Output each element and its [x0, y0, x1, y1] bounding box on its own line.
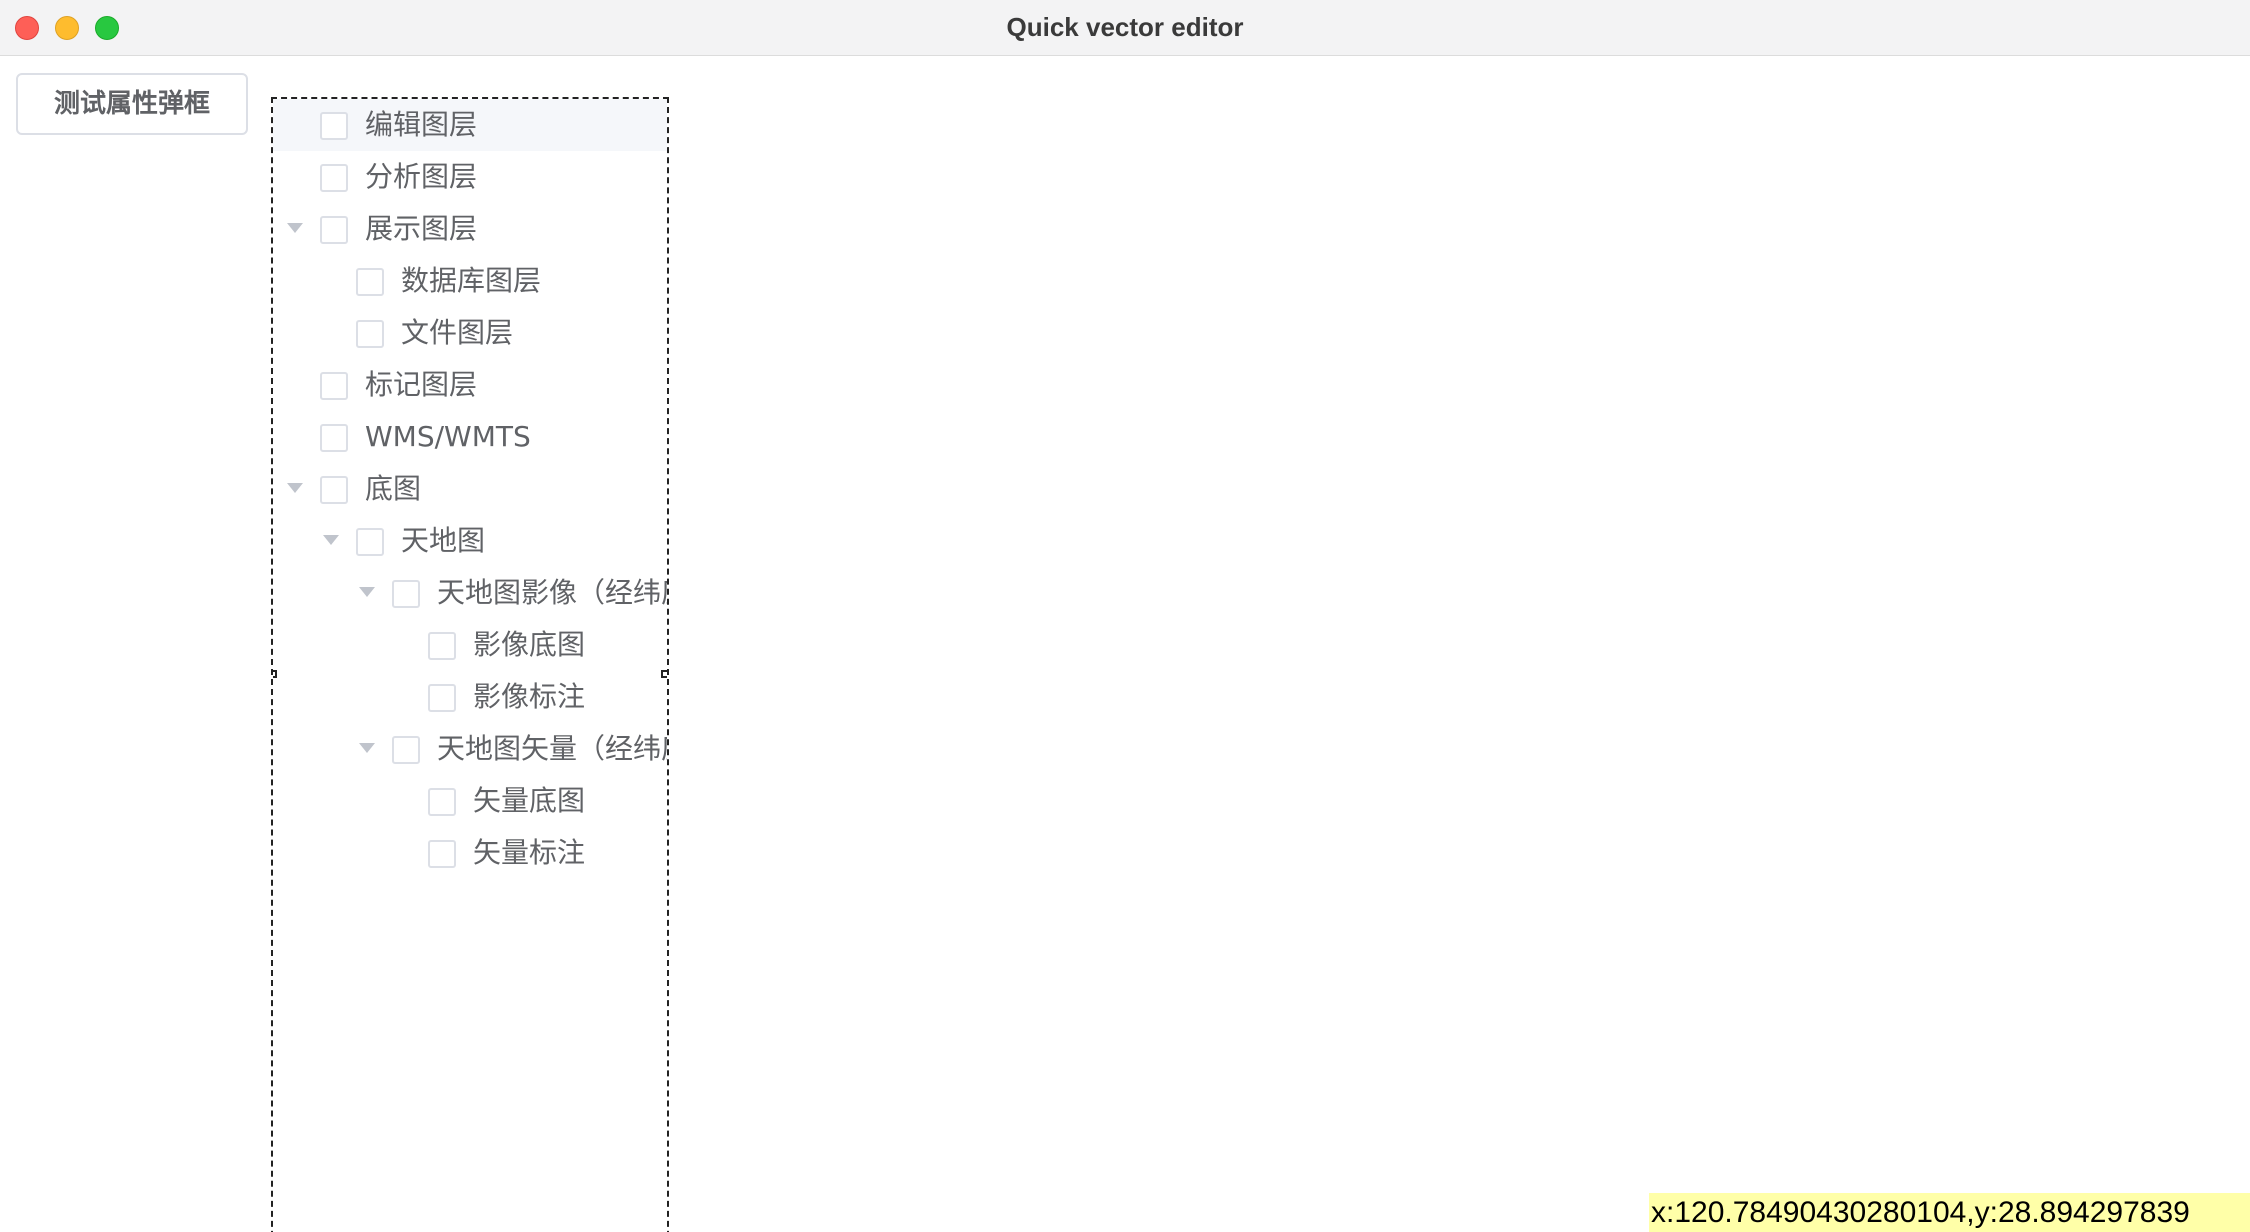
expand-caret-icon[interactable]: [359, 743, 375, 753]
tree-node-label: 分析图层: [365, 160, 478, 193]
tree-node-label: 矢量底图: [473, 784, 586, 817]
test-attribute-dialog-button[interactable]: 测试属性弹框: [16, 73, 248, 135]
expand-caret-icon[interactable]: [359, 587, 375, 597]
tree-node-label: 展示图层: [365, 212, 478, 245]
tree-node[interactable]: 编辑图层: [273, 99, 667, 151]
tree-node[interactable]: WMS/WMTS: [273, 411, 667, 463]
tree-node-label: 标记图层: [365, 368, 478, 401]
tree-node-label: 数据库图层: [401, 264, 542, 297]
tree-node[interactable]: 矢量标注: [273, 827, 667, 879]
tree-node-label: 影像底图: [473, 628, 586, 661]
tree-node-label: 天地图影像（经纬度: [437, 576, 669, 609]
tree-node-label: 文件图层: [401, 316, 514, 349]
layer-checkbox[interactable]: [320, 216, 348, 244]
layer-checkbox[interactable]: [428, 788, 456, 816]
app-window: Quick vector editor 测试属性弹框 编辑图层 分析图层 展示图…: [0, 0, 2250, 1232]
layer-tree-panel: 编辑图层 分析图层 展示图层 数据库图层 文件图层 标记图层 WMS/WMTS …: [271, 97, 669, 1232]
tree-node-label: 矢量标注: [473, 836, 586, 869]
layer-checkbox[interactable]: [392, 580, 420, 608]
tree-node-label: 天地图: [401, 524, 486, 557]
tree-node[interactable]: 天地图影像（经纬度: [273, 567, 667, 619]
window-title: Quick vector editor: [1006, 12, 1244, 42]
tree-node-label: 底图: [365, 472, 422, 505]
tree-node[interactable]: 天地图: [273, 515, 667, 567]
tree-node[interactable]: 天地图矢量（经纬度: [273, 723, 667, 775]
tree-node[interactable]: 分析图层: [273, 151, 667, 203]
tree-node[interactable]: 展示图层: [273, 203, 667, 255]
tree-node[interactable]: 底图: [273, 463, 667, 515]
layer-checkbox[interactable]: [428, 840, 456, 868]
layer-checkbox[interactable]: [392, 736, 420, 764]
layer-checkbox[interactable]: [320, 112, 348, 140]
title-bar[interactable]: Quick vector editor: [0, 0, 2250, 56]
expand-caret-icon[interactable]: [287, 483, 303, 493]
tree-node[interactable]: 影像标注: [273, 671, 667, 723]
tree-node[interactable]: 标记图层: [273, 359, 667, 411]
tree-node[interactable]: 数据库图层: [273, 255, 667, 307]
layer-checkbox[interactable]: [320, 372, 348, 400]
tree-node[interactable]: 文件图层: [273, 307, 667, 359]
tree-node-label: 天地图矢量（经纬度: [437, 732, 669, 765]
layer-checkbox[interactable]: [320, 424, 348, 452]
tree-node[interactable]: 影像底图: [273, 619, 667, 671]
expand-caret-icon[interactable]: [323, 535, 339, 545]
tree-node-label: WMS/WMTS: [365, 420, 531, 453]
layer-checkbox[interactable]: [320, 164, 348, 192]
coordinate-readout: x:120.78490430280104,y:28.894297839: [1649, 1193, 2250, 1232]
tree-node-label: 影像标注: [473, 680, 586, 713]
layer-checkbox[interactable]: [356, 268, 384, 296]
layer-checkbox[interactable]: [356, 528, 384, 556]
layer-checkbox[interactable]: [428, 632, 456, 660]
layer-checkbox[interactable]: [320, 476, 348, 504]
layer-checkbox[interactable]: [356, 320, 384, 348]
layer-checkbox[interactable]: [428, 684, 456, 712]
tree-node[interactable]: 矢量底图: [273, 775, 667, 827]
expand-caret-icon[interactable]: [287, 223, 303, 233]
tree-node-label: 编辑图层: [365, 108, 478, 141]
main-content: 测试属性弹框 编辑图层 分析图层 展示图层 数据库图层 文件图层 标记图层 WM…: [0, 56, 2250, 1232]
